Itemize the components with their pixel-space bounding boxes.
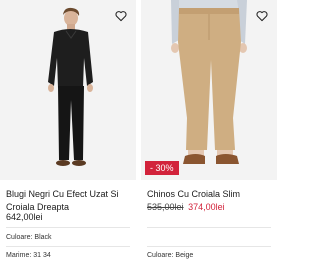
product-price: 642,00lei — [6, 212, 43, 222]
divider — [6, 227, 130, 228]
original-price: 535,00lei — [147, 202, 184, 212]
divider — [147, 227, 271, 228]
discount-badge: - 30% — [145, 161, 179, 175]
product-image-black-jeans[interactable] — [0, 0, 136, 180]
product-title[interactable]: Chinos Cu Croiala Slim — [147, 188, 273, 201]
divider — [6, 246, 130, 247]
model-photo-beige-chinos — [141, 0, 277, 180]
product-price: 535,00lei 374,00lei — [147, 201, 225, 213]
color-label: Culoare: Black — [6, 234, 52, 241]
size-label: Marime: 31 34 — [6, 252, 51, 259]
product-image-chinos[interactable]: - 30% — [141, 0, 277, 180]
heart-icon[interactable] — [255, 9, 269, 23]
divider — [147, 246, 271, 247]
product-card-chinos[interactable]: - 30% Chinos Cu Croiala Slim 535,00lei 3… — [141, 0, 277, 270]
model-photo-black-outfit — [0, 0, 136, 180]
color-label: Culoare: Beige — [147, 252, 194, 259]
heart-icon[interactable] — [114, 9, 128, 23]
sale-price: 374,00lei — [188, 202, 225, 212]
product-card-black-jeans[interactable]: Blugi Negri Cu Efect Uzat Si Croiala Dre… — [0, 0, 136, 270]
